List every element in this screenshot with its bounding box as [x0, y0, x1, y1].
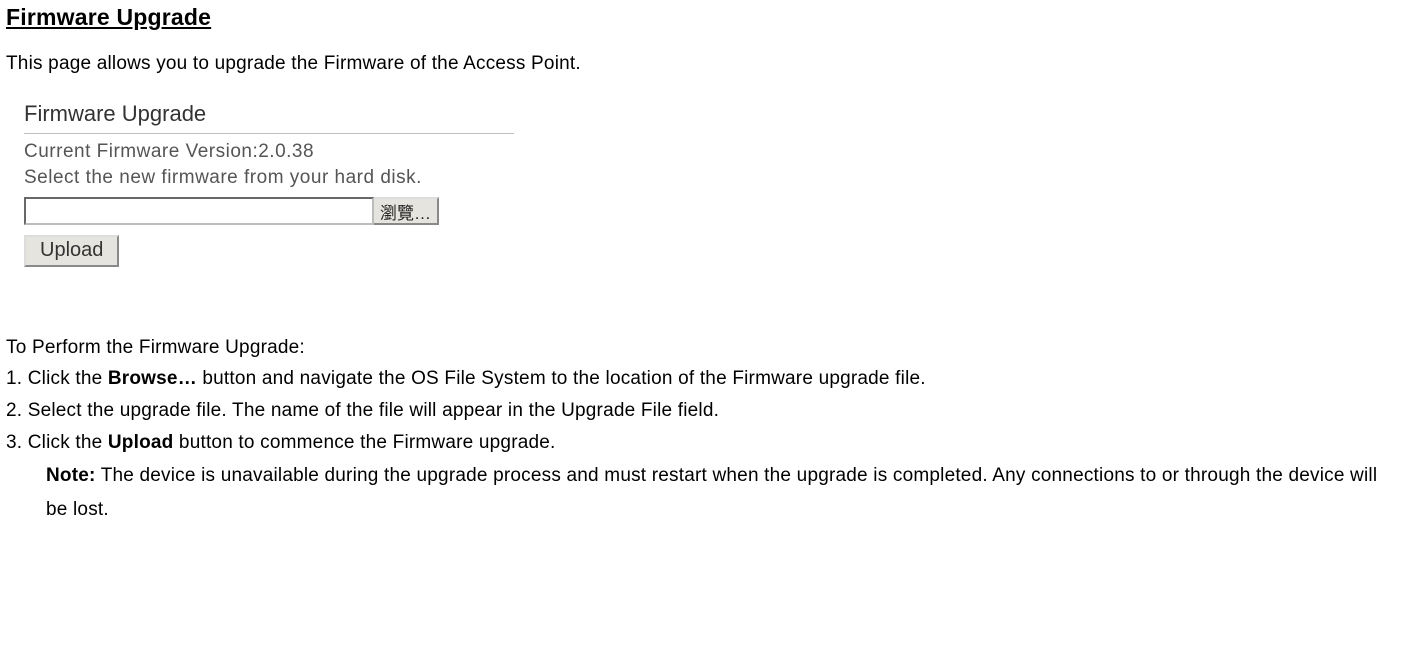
instructions-heading: To Perform the Firmware Upgrade: [6, 337, 1404, 359]
file-picker-row: 瀏覽… [24, 197, 514, 225]
firmware-file-input[interactable] [24, 197, 374, 225]
step-3-post: button to commence the Firmware upgrade. [173, 432, 555, 453]
select-firmware-line: Select the new firmware from your hard d… [24, 165, 514, 191]
step-1-pre: 1. Click the [6, 368, 108, 389]
step-3-bold: Upload [108, 432, 174, 453]
note-block: Note: The device is unavailable during t… [46, 459, 1386, 527]
intro-text: This page allows you to upgrade the Firm… [6, 53, 1404, 75]
note-label: Note: [46, 465, 96, 486]
page-title: Firmware Upgrade [6, 4, 1404, 31]
firmware-version-line: Current Firmware Version:2.0.38 [24, 139, 514, 165]
panel-heading: Firmware Upgrade [24, 99, 514, 133]
note-text: The device is unavailable during the upg… [46, 465, 1377, 520]
panel-divider [24, 133, 514, 135]
instructions-block: To Perform the Firmware Upgrade: 1. Clic… [6, 337, 1404, 527]
upload-button[interactable]: Upload [24, 235, 119, 267]
step-1-bold: Browse… [108, 368, 197, 389]
step-3: 3. Click the Upload button to commence t… [6, 427, 1404, 459]
step-1: 1. Click the Browse… button and navigate… [6, 363, 1404, 395]
step-2-pre: 2. Select the upgrade file. The name of … [6, 400, 719, 421]
step-1-post: button and navigate the OS File System t… [197, 368, 926, 389]
step-2: 2. Select the upgrade file. The name of … [6, 395, 1404, 427]
step-3-pre: 3. Click the [6, 432, 108, 453]
firmware-panel: Firmware Upgrade Current Firmware Versio… [24, 99, 514, 267]
browse-button[interactable]: 瀏覽… [374, 197, 439, 225]
